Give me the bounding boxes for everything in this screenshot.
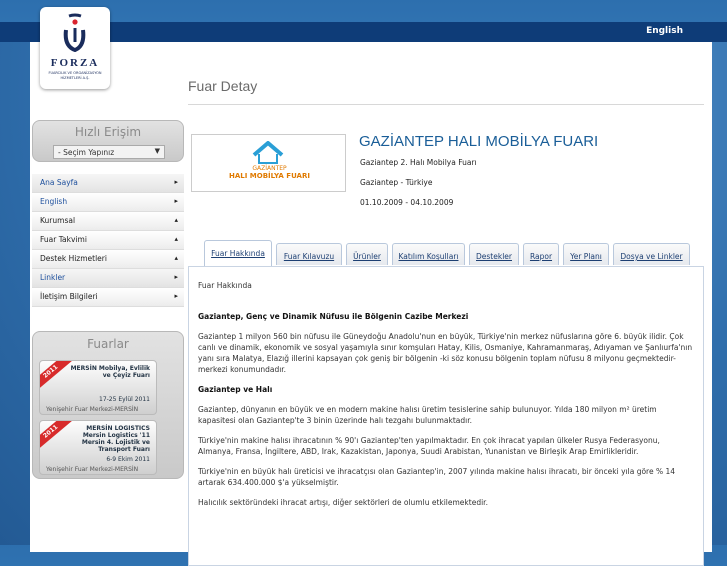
sidebar: Hızlı Erişim - Seçim Yapınız ▼ Ana Sayfa… <box>32 120 184 479</box>
fair-banner-mobilya[interactable]: 2011 MERSİN Mobilya, Evlilik ve Çeyiz Fu… <box>39 360 157 415</box>
arrow-up-icon: ▴ <box>174 254 178 262</box>
quick-access-title: Hızlı Erişim <box>74 125 142 139</box>
main-content: Fuar Detay GAZİANTEP HALI MOBİLYA FUARI … <box>188 78 708 566</box>
quick-access-select-value: - Seçim Yapınız <box>58 148 115 157</box>
sidebar-item-label: Linkler <box>40 273 66 282</box>
tab-fuar-kilavuzu[interactable]: Fuar Kılavuzu <box>276 243 342 265</box>
sidebar-item-label: İletişim Bilgileri <box>40 292 98 301</box>
fairs-panel: Fuarlar 2011 MERSİN Mobilya, Evlilik ve … <box>32 331 184 479</box>
page-title: Fuar Detay <box>188 78 258 94</box>
content-paragraph: Halıcılık sektöründeki ihracat artışı, d… <box>198 498 488 507</box>
fairs-title: Fuarlar <box>87 337 129 351</box>
sidebar-item-iletisim-bilgileri[interactable]: İletişim Bilgileri ▸ <box>32 288 184 307</box>
content-heading: Gaziantep, Genç ve Dinamik Nüfusu ile Bö… <box>198 312 469 321</box>
logo-subtitle: FUARCILIK VE ORGANİZASYON HİZMETLERİ A.Ş… <box>48 71 102 80</box>
sidebar-item-label: English <box>40 197 68 206</box>
arrow-up-icon: ▴ <box>174 235 178 243</box>
fair-banner-title: MERSİN Mobilya, Evlilik ve Çeyiz Fuarı <box>70 365 150 379</box>
divider <box>188 104 704 105</box>
english-link[interactable]: English <box>646 26 683 36</box>
content-heading: Gaziantep ve Halı <box>198 385 273 394</box>
tab-yer-plani[interactable]: Yer Planı <box>563 243 609 265</box>
fair-banner-venue: Yenişehir Fuar Merkezi-MERSİN <box>46 466 139 473</box>
arrow-right-icon: ▸ <box>174 178 178 186</box>
tab-fuar-hakkinda[interactable]: Fuar Hakkında <box>204 240 272 267</box>
content-intro: Fuar Hakkında <box>198 281 252 290</box>
fair-logo-top: GAZİANTEP <box>252 165 287 172</box>
fair-name: GAZİANTEP HALI MOBİLYA FUARI <box>359 133 599 150</box>
year-ribbon: 2011 <box>40 361 74 392</box>
tab-rapor[interactable]: Rapor <box>523 243 559 265</box>
sidebar-item-ana-sayfa[interactable]: Ana Sayfa ▸ <box>32 174 184 193</box>
fair-location: Gaziantep - Türkiye <box>360 178 433 187</box>
sidebar-item-linkler[interactable]: Linkler ▸ <box>32 269 184 288</box>
tab-katilim-kosullari[interactable]: Katılım Koşulları <box>392 243 465 265</box>
house-icon <box>252 141 284 164</box>
sidebar-item-english[interactable]: English ▸ <box>32 193 184 212</box>
content-paragraph: Gaziantep 1 milyon 560 bin nüfusu ile Gü… <box>198 332 693 374</box>
fair-banner-date: 6-9 Ekim 2011 <box>106 456 150 463</box>
sidebar-item-label: Kurumsal <box>40 216 76 225</box>
chevron-down-icon: ▼ <box>154 147 160 155</box>
sidebar-item-label: Destek Hizmetleri <box>40 254 107 263</box>
fair-logo: GAZİANTEP HALI MOBİLYA FUARI <box>191 134 346 192</box>
fair-banner-logistics[interactable]: 2011 MERSİN LOGISTICS Mersin Logistics '… <box>39 420 157 475</box>
fair-banner-date: 17-25 Eylül 2011 <box>99 396 150 403</box>
content-paragraph: Gaziantep, dünyanın en büyük ve en moder… <box>198 405 657 425</box>
sidebar-menu: Ana Sayfa ▸ English ▸ Kurumsal ▴ Fuar Takvi… <box>32 174 184 307</box>
quick-access-select[interactable]: - Seçim Yapınız ▼ <box>53 145 165 159</box>
fair-banner-venue: Yenişehir Fuar Merkezi-MERSİN <box>46 406 139 413</box>
tab-content: Fuar Hakkında Gaziantep, Genç ve Dinamik… <box>188 266 704 566</box>
sidebar-item-fuar-takvimi[interactable]: Fuar Takvimi ▴ <box>32 231 184 250</box>
logo-name: FORZA <box>50 57 100 69</box>
content-paragraph: Türkiye'nin en büyük halı üreticisi ve i… <box>198 467 676 487</box>
sidebar-item-label: Ana Sayfa <box>40 178 78 187</box>
tab-urunler[interactable]: Ürünler <box>346 243 388 265</box>
tab-destekler[interactable]: Destekler <box>469 243 519 265</box>
tab-dosya-ve-linkler[interactable]: Dosya ve Linkler <box>613 243 690 265</box>
fair-subtitle: Gaziantep 2. Halı Mobilya Fuarı <box>360 158 477 167</box>
sidebar-item-destek-hizmetleri[interactable]: Destek Hizmetleri ▴ <box>32 250 184 269</box>
fair-logo-bottom: HALI MOBİLYA FUARI <box>229 172 310 180</box>
forza-mark-icon <box>63 13 86 52</box>
tab-bar: Fuar Hakkında Fuar Kılavuzu Ürünler Katı… <box>204 240 694 267</box>
arrow-right-icon: ▸ <box>174 197 178 205</box>
quick-access-panel: Hızlı Erişim - Seçim Yapınız ▼ <box>32 120 184 162</box>
sidebar-item-label: Fuar Takvimi <box>40 235 87 244</box>
forza-logo[interactable]: FORZA FUARCILIK VE ORGANİZASYON HİZMETLE… <box>40 7 110 89</box>
fair-dates: 01.10.2009 - 04.10.2009 <box>360 198 454 207</box>
arrow-up-icon: ▴ <box>174 216 178 224</box>
sidebar-item-kurumsal[interactable]: Kurumsal ▴ <box>32 212 184 231</box>
content-paragraph: Türkiye'nin makine halısı ihracatının % … <box>198 436 660 456</box>
arrow-right-icon: ▸ <box>174 273 178 281</box>
year-ribbon: 2011 <box>40 421 74 452</box>
fair-banner-title: MERSİN LOGISTICS Mersin Logistics '11 Me… <box>81 425 150 453</box>
arrow-right-icon: ▸ <box>174 292 178 300</box>
